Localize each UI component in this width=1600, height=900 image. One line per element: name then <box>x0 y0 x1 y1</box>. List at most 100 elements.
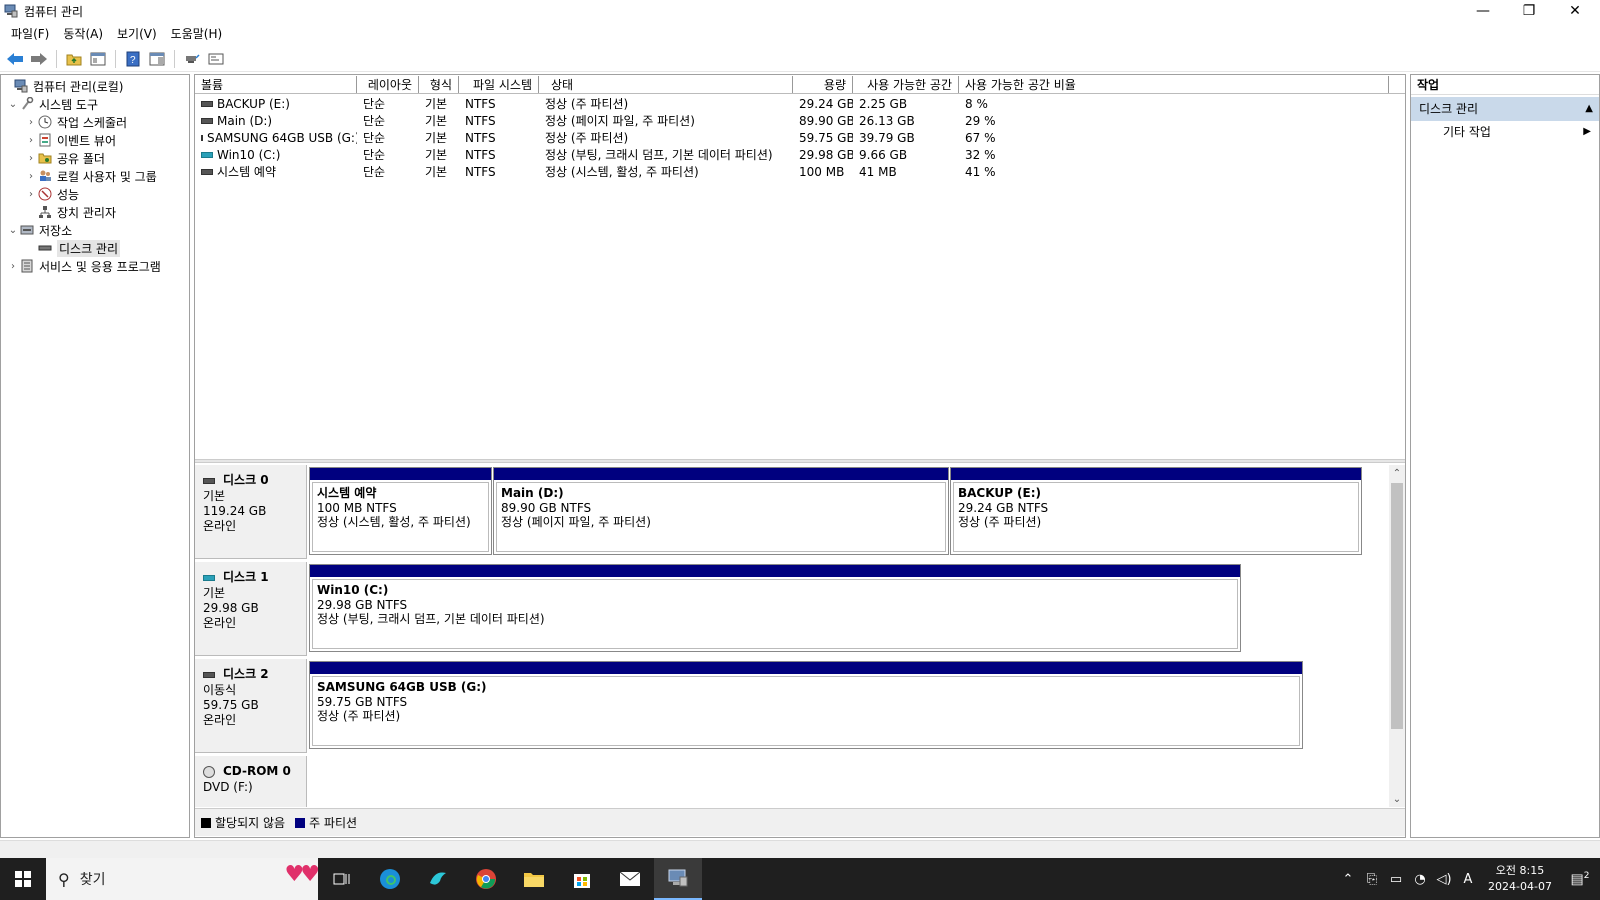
legend-unallocated: 할당되지 않음 <box>201 814 285 831</box>
tree-item-services[interactable]: › 서비스 및 응용 프로그램 <box>1 257 189 275</box>
chevron-right-icon[interactable]: › <box>25 117 37 128</box>
show-hide-tree-button[interactable] <box>87 48 109 70</box>
wifi-icon[interactable]: ◔ <box>1408 872 1432 887</box>
action-more-actions[interactable]: 기타 작업 ▶ <box>1411 121 1599 143</box>
volume-row[interactable]: 시스템 예약 단순 기본 NTFS 정상 (시스템, 활성, 주 파티션) 10… <box>195 163 1405 180</box>
chevron-down-icon[interactable]: ⌄ <box>7 225 19 236</box>
partition-block[interactable]: Main (D:) 89.90 GB NTFS 정상 (페이지 파일, 주 파티… <box>493 467 949 555</box>
pane-splitter[interactable] <box>195 459 1405 463</box>
chevron-right-icon[interactable]: › <box>25 153 37 164</box>
menu-help[interactable]: 도움말(H) <box>164 25 230 42</box>
chevron-up-icon[interactable]: ⌃ <box>1336 872 1360 887</box>
menu-action[interactable]: 동작(A) <box>56 25 110 42</box>
tree-item-system-tools[interactable]: ⌄ 시스템 도구 <box>1 95 189 113</box>
mail-button[interactable] <box>606 858 654 900</box>
partition-body: 시스템 예약 100 MB NTFS 정상 (시스템, 활성, 주 파티션) <box>312 482 489 552</box>
column-header-capacity[interactable]: 용량 <box>793 76 853 93</box>
chevron-right-icon[interactable]: › <box>25 171 37 182</box>
meet-now-icon[interactable]: ⎘ <box>1360 872 1384 887</box>
disk-info[interactable]: CD-ROM 0 DVD (F:) <box>195 756 307 807</box>
partition-block[interactable]: Win10 (C:) 29.98 GB NTFS 정상 (부팅, 크래시 덤프,… <box>309 564 1241 652</box>
tree-item-root[interactable]: 컴퓨터 관리(로컬) <box>1 77 189 95</box>
column-header-layout[interactable]: 레이아웃 <box>357 76 419 93</box>
volume-row[interactable]: Main (D:) 단순 기본 NTFS 정상 (페이지 파일, 주 파티션) … <box>195 112 1405 129</box>
partition-body: Main (D:) 89.90 GB NTFS 정상 (페이지 파일, 주 파티… <box>496 482 946 552</box>
console-tree: 컴퓨터 관리(로컬) ⌄ 시스템 도구 › 작업 스케줄러 › 이벤트 뷰어 ›… <box>0 74 190 838</box>
chevron-right-icon[interactable]: › <box>25 189 37 200</box>
collapse-up-icon[interactable]: ▲ <box>1585 97 1593 121</box>
title-bar: 컴퓨터 관리 — ❐ ✕ <box>0 0 1600 22</box>
file-explorer-button[interactable] <box>510 858 558 900</box>
chrome-button[interactable] <box>462 858 510 900</box>
close-button[interactable]: ✕ <box>1552 0 1598 22</box>
partition-label: SAMSUNG 64GB USB (G:) <box>317 680 487 694</box>
store-button[interactable] <box>558 858 606 900</box>
properties-pane-button[interactable] <box>146 48 168 70</box>
battery-icon[interactable]: ▭ <box>1384 872 1408 887</box>
edge-button[interactable] <box>366 858 414 900</box>
disk-info[interactable]: 디스크 0 기본 119.24 GB 온라인 <box>195 465 307 559</box>
folder-up-icon <box>66 54 82 65</box>
help-button[interactable]: ? <box>122 48 144 70</box>
connect-button[interactable] <box>181 48 203 70</box>
partition-body: BACKUP (E:) 29.24 GB NTFS 정상 (주 파티션) <box>953 482 1359 552</box>
restore-button[interactable]: ❐ <box>1506 0 1552 22</box>
disk-view-scrollbar[interactable]: ⌃ ⌄ <box>1389 465 1405 807</box>
menu-view[interactable]: 보기(V) <box>110 25 164 42</box>
chevron-down-icon[interactable]: ⌄ <box>7 99 19 110</box>
volume-row[interactable]: BACKUP (E:) 단순 기본 NTFS 정상 (주 파티션) 29.24 … <box>195 95 1405 112</box>
minimize-button[interactable]: — <box>1460 0 1506 22</box>
partition-block[interactable]: 시스템 예약 100 MB NTFS 정상 (시스템, 활성, 주 파티션) <box>309 467 492 555</box>
taskbar-search[interactable]: ⚲ 찾기 ♥♥ <box>46 858 320 900</box>
partition-block[interactable]: SAMSUNG 64GB USB (G:) 59.75 GB NTFS 정상 (… <box>309 661 1303 749</box>
volume-type: 기본 <box>425 114 448 128</box>
app-bird-button[interactable] <box>414 858 462 900</box>
volume-icon[interactable]: ◁) <box>1432 872 1456 887</box>
back-button[interactable] <box>4 48 26 70</box>
menu-file[interactable]: 파일(F) <box>4 25 56 42</box>
notification-center-button[interactable]: ▤2 <box>1560 871 1600 888</box>
actions-section-disk-management[interactable]: 디스크 관리 ▲ <box>1411 97 1599 121</box>
up-level-button[interactable] <box>63 48 85 70</box>
disk-kind: 기본 <box>203 489 226 503</box>
chevron-right-icon[interactable]: › <box>25 135 37 146</box>
disk-size: 119.24 GB <box>203 504 267 518</box>
scroll-down-icon[interactable]: ⌄ <box>1389 791 1405 807</box>
tree-item-storage[interactable]: ⌄ 저장소 <box>1 221 189 239</box>
column-header-status[interactable]: 상태 <box>539 76 793 93</box>
tree-item-event-viewer[interactable]: › 이벤트 뷰어 <box>1 131 189 149</box>
forward-button[interactable] <box>28 48 50 70</box>
view-options-button[interactable] <box>205 48 227 70</box>
volume-name-cell: SAMSUNG 64GB USB (G:) <box>195 131 357 145</box>
volume-type: 기본 <box>425 165 448 179</box>
chevron-right-icon[interactable]: › <box>7 261 19 272</box>
volume-row[interactable]: SAMSUNG 64GB USB (G:) 단순 기본 NTFS 정상 (주 파… <box>195 129 1405 146</box>
column-header-filesystem[interactable]: 파일 시스템 <box>459 76 539 93</box>
partition-block[interactable]: BACKUP (E:) 29.24 GB NTFS 정상 (주 파티션) <box>950 467 1362 555</box>
column-header-volume[interactable]: 볼륨 <box>195 76 357 93</box>
tree-item-task-scheduler[interactable]: › 작업 스케줄러 <box>1 113 189 131</box>
tree-item-disk-management[interactable]: 디스크 관리 <box>1 239 189 257</box>
disk-info[interactable]: 디스크 1 기본 29.98 GB 온라인 <box>195 562 307 656</box>
ime-indicator[interactable]: A <box>1456 872 1480 887</box>
clock[interactable]: 오전 8:15 2024-04-07 <box>1480 863 1560 895</box>
scrollbar-thumb[interactable] <box>1391 483 1403 729</box>
task-view-button[interactable] <box>318 858 366 900</box>
column-header-type[interactable]: 형식 <box>419 76 459 93</box>
drive-icon <box>201 117 213 124</box>
computer-management-taskbar-button[interactable] <box>654 858 702 900</box>
tree-item-device-manager[interactable]: 장치 관리자 <box>1 203 189 221</box>
tree-item-shared-folders[interactable]: › 공유 폴더 <box>1 149 189 167</box>
volume-row[interactable]: Win10 (C:) 단순 기본 NTFS 정상 (부팅, 크래시 덤프, 기본… <box>195 146 1405 163</box>
scroll-up-icon[interactable]: ⌃ <box>1389 465 1405 481</box>
tree-item-performance[interactable]: › 성능 <box>1 185 189 203</box>
column-header-free-space[interactable]: 사용 가능한 공간 <box>853 76 959 93</box>
partition-label: Main (D:) <box>501 486 564 500</box>
legend-primary: 주 파티션 <box>295 814 357 831</box>
column-header-free-percent[interactable]: 사용 가능한 공간 비율 <box>959 76 1389 93</box>
start-button[interactable] <box>0 858 46 900</box>
disk-info[interactable]: 디스크 2 이동식 59.75 GB 온라인 <box>195 659 307 753</box>
folder-icon <box>524 873 544 887</box>
disk-state: 온라인 <box>203 713 237 727</box>
tree-item-local-users[interactable]: › 로컬 사용자 및 그룹 <box>1 167 189 185</box>
